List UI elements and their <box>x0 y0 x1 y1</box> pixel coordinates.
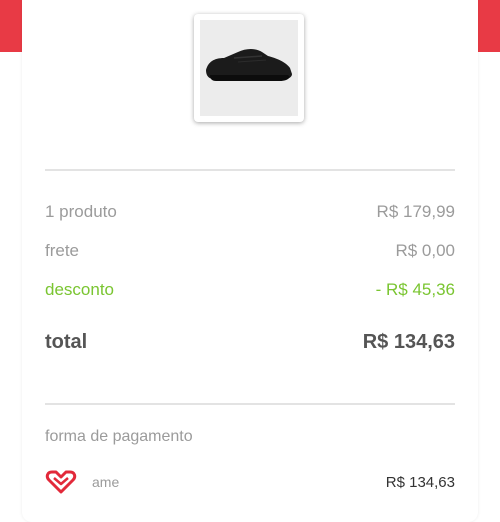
shipping-label: frete <box>45 241 80 260</box>
payment-section-title: forma de pagamento <box>45 428 193 445</box>
discount-value: - R$ 45,36 <box>375 280 455 299</box>
header-band-right <box>478 0 500 52</box>
ame-heart-icon <box>45 469 77 495</box>
discount-row: desconto - R$ 45,36 <box>45 280 455 300</box>
shipping-value: R$ 0,00 <box>395 241 455 260</box>
discount-label: desconto <box>45 280 114 299</box>
header-band-left <box>0 0 22 52</box>
total-label: total <box>45 331 88 353</box>
product-thumbnail[interactable] <box>194 14 304 122</box>
product-image <box>200 20 298 116</box>
payment-method-label: ame <box>92 474 120 490</box>
products-label: 1 produto <box>45 202 117 221</box>
total-value: R$ 134,63 <box>362 331 455 353</box>
shipping-row: frete R$ 0,00 <box>45 241 455 261</box>
sneaker-icon <box>206 49 292 81</box>
payment-amount: R$ 134,63 <box>385 473 455 491</box>
total-row: total R$ 134,63 <box>45 331 455 354</box>
products-row: 1 produto R$ 179,99 <box>45 202 455 222</box>
divider-top <box>45 169 455 171</box>
products-value: R$ 179,99 <box>376 202 455 221</box>
divider-bottom <box>45 403 455 405</box>
payment-method-row[interactable]: ame R$ 134,63 <box>45 468 455 496</box>
